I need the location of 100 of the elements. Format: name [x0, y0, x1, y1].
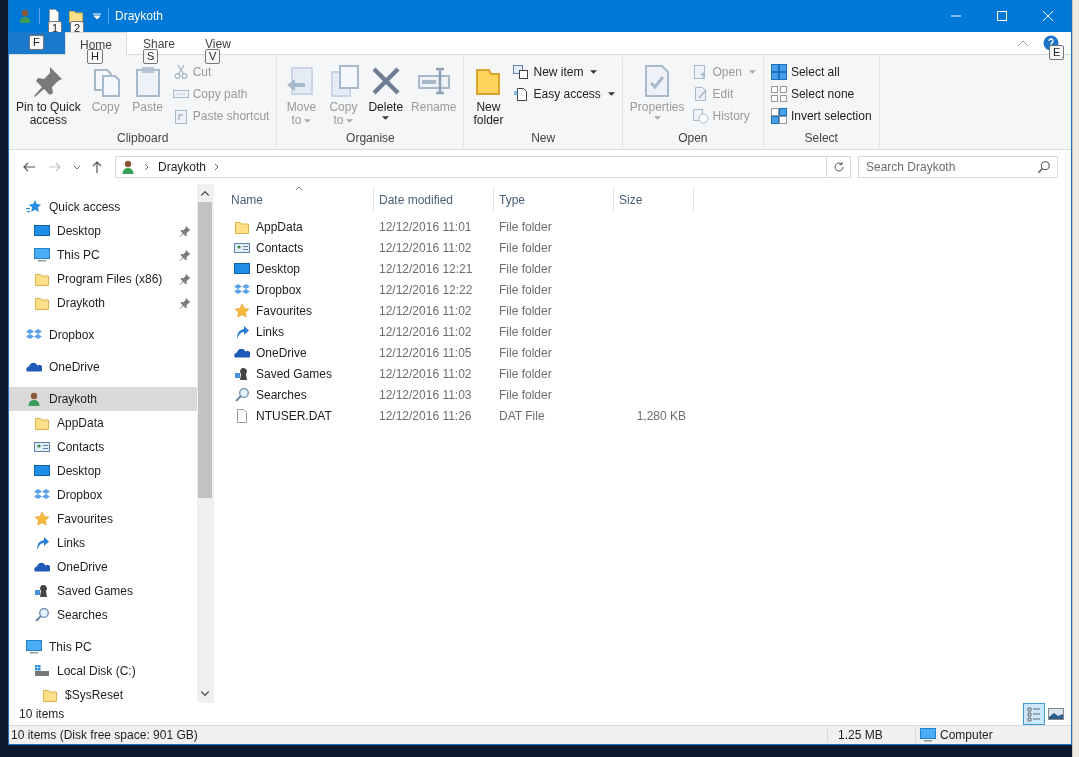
nav-item[interactable]: AppData	[9, 411, 197, 435]
ribbon-button[interactable]: New folder	[468, 61, 509, 129]
contact-card-icon	[34, 439, 50, 455]
nav-item[interactable]: Dropbox	[9, 323, 197, 347]
ribbon-button[interactable]: Select none	[767, 83, 875, 105]
nav-item[interactable]: Draykoth	[9, 387, 197, 411]
user-icon	[17, 8, 33, 24]
file-name[interactable]: Favourites	[256, 303, 313, 318]
keytip-tooltip: S	[143, 49, 159, 64]
star-icon	[26, 199, 42, 215]
view-button[interactable]	[1023, 703, 1045, 725]
user-icon	[120, 159, 136, 175]
nav-item[interactable]: Desktop	[9, 219, 197, 243]
nav-item[interactable]: Draykoth	[9, 291, 197, 315]
table-cell-text: 1,280 KB	[635, 408, 687, 423]
refresh-icon	[832, 161, 845, 173]
column-header[interactable]: Size	[614, 186, 694, 212]
history-icon	[692, 108, 709, 124]
nav-item[interactable]: OneDrive	[9, 555, 197, 579]
table-cell-text: 12/12/2016 11:01	[378, 219, 473, 234]
new-item-icon	[513, 64, 530, 80]
refresh-button[interactable]	[827, 156, 851, 178]
file-name[interactable]: Dropbox	[256, 282, 302, 297]
nav-item[interactable]: This PC	[9, 243, 197, 267]
table-cell-text: 12/12/2016 11:02	[378, 366, 473, 381]
nav-item[interactable]: $SysReset	[9, 683, 197, 703]
folder-icon	[34, 415, 50, 431]
caret-icon	[653, 116, 661, 120]
group-label: Organise	[346, 131, 395, 145]
item-count: 10 items	[19, 707, 65, 721]
file-name[interactable]: Links	[256, 324, 284, 339]
nav-item[interactable]: This PC	[9, 635, 197, 659]
group-label: Select	[804, 131, 838, 145]
recent-locations-icon[interactable]	[73, 163, 81, 171]
nav-item[interactable]: Local Disk (C:)	[9, 659, 197, 683]
file-name[interactable]: Contacts	[256, 240, 304, 255]
scroll-up-icon[interactable]	[200, 188, 210, 198]
ribbon-button[interactable]: Easy access	[510, 83, 618, 105]
nav-label: This PC	[57, 248, 101, 262]
nav-item[interactable]: OneDrive	[9, 355, 197, 379]
column-header[interactable]: Type	[494, 186, 614, 212]
breadcrumb[interactable]: Draykoth	[158, 160, 207, 174]
column-header[interactable]: Name	[226, 186, 374, 212]
status-text: Computer	[940, 728, 993, 742]
rename-icon	[417, 65, 450, 97]
customize-caret-icon[interactable]	[92, 11, 102, 21]
magnifier-icon	[34, 607, 50, 623]
nav-label: Draykoth	[49, 392, 99, 406]
file-name[interactable]: OneDrive	[256, 345, 307, 360]
table-cell-text: 12/12/2016 11:03	[378, 387, 473, 402]
nav-item[interactable]: Favourites	[9, 507, 197, 531]
ribbon-button[interactable]: Select all	[767, 61, 875, 83]
file-name[interactable]: Desktop	[256, 261, 301, 276]
table-cell-text: File folder	[498, 324, 553, 339]
ribbon-button[interactable]: New item	[510, 61, 618, 83]
large-icons-view-icon	[1048, 706, 1064, 722]
table-cell-text: File folder	[498, 261, 553, 276]
nav-item[interactable]: Saved Games	[9, 579, 197, 603]
nav-item[interactable]: Dropbox	[9, 483, 197, 507]
maximize-icon	[996, 10, 1008, 22]
group-label: Clipboard	[117, 131, 169, 145]
address-bar[interactable]: Draykoth	[115, 156, 827, 178]
nav-item[interactable]: Program Files (x86)	[9, 267, 197, 291]
search-field[interactable]: Search Draykoth	[858, 156, 1058, 178]
scroll-down-icon[interactable]	[200, 689, 210, 699]
window-title: Draykoth	[115, 9, 164, 23]
nav-item[interactable]: Quick access	[9, 195, 197, 219]
keytip-tooltip: E	[1049, 45, 1065, 60]
caret-icon	[590, 70, 598, 74]
nav-item[interactable]: Desktop	[9, 459, 197, 483]
nav-item[interactable]: Searches	[9, 603, 197, 627]
scrollbar[interactable]	[197, 184, 213, 703]
nav-label: $SysReset	[65, 688, 125, 702]
ribbon-button[interactable]: Delete	[365, 61, 407, 122]
column-header[interactable]: Date modified	[374, 186, 494, 212]
caret-icon	[748, 70, 756, 74]
file-name[interactable]: AppData	[256, 219, 303, 234]
magnifier-icon	[234, 386, 250, 403]
status-text: 10 items (Disk free space: 901 GB)	[10, 728, 199, 742]
edit-icon	[692, 86, 709, 102]
group-label: New	[531, 131, 556, 145]
shortcut-icon	[172, 108, 189, 124]
chevron-icon	[214, 163, 221, 171]
nav-item[interactable]: Contacts	[9, 435, 197, 459]
select-none-icon	[770, 86, 787, 102]
ribbon-button[interactable]: Pin to Quick access	[13, 61, 84, 129]
nav-label: Quick access	[49, 200, 122, 214]
desktop-icon	[34, 463, 50, 479]
details-view-icon	[1026, 706, 1042, 722]
pin-icon	[32, 65, 65, 97]
ribbon-button[interactable]: Invert selection	[767, 105, 875, 127]
nav-label: Saved Games	[57, 584, 135, 598]
scroll-thumb[interactable]	[198, 202, 212, 498]
file-name[interactable]: Searches	[256, 387, 307, 402]
status-text: 1.25 MB	[827, 728, 915, 742]
file-name[interactable]: NTUSER.DAT	[256, 408, 332, 423]
nav-item[interactable]: Links	[9, 531, 197, 555]
collapse-ribbon-icon[interactable]	[1017, 39, 1029, 47]
table-cell-text: 12/12/2016 12:21	[378, 261, 474, 276]
file-name[interactable]: Saved Games	[256, 366, 333, 381]
